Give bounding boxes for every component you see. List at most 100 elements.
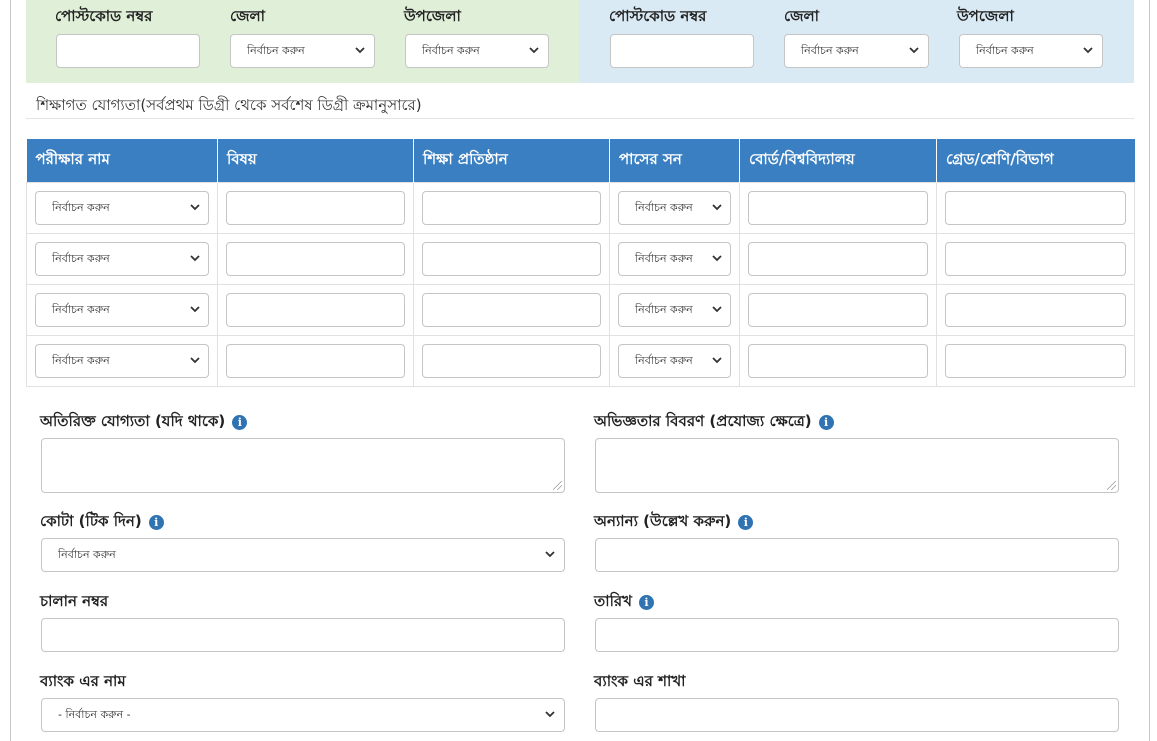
info-icon[interactable]: i <box>232 415 248 430</box>
bank-branch-input[interactable] <box>595 698 1119 732</box>
bank-name-select[interactable]: - নির্বাচন করুন - <box>41 698 565 732</box>
extra-qualification-textarea[interactable] <box>41 438 565 493</box>
permanent-district-select[interactable]: নির্বাচন করুন <box>784 34 929 68</box>
frame-border-right <box>1149 0 1150 741</box>
present-address-panel: পোস্টকোড নম্বর জেলা উপজেলা নির্বাচন করুন… <box>26 0 579 83</box>
experience-textarea[interactable] <box>595 438 1119 493</box>
permanent-address-panel: পোস্টকোড নম্বর জেলা উপজেলা নির্বাচন করুন… <box>579 0 1134 83</box>
section-divider <box>26 118 1134 119</box>
grade-input[interactable] <box>945 190 1126 225</box>
education-table: পরীক্ষার নাম বিষয় শিক্ষা প্রতিষ্ঠান পাস… <box>26 139 1135 387</box>
frame-border-left <box>10 0 11 741</box>
exam-name-select[interactable]: নির্বাচন করুন <box>35 190 209 225</box>
grade-input[interactable] <box>945 241 1126 276</box>
column-header-pass-year: পাসের সন <box>609 139 740 182</box>
exam-name-value: নির্বাচন করুন <box>52 200 110 214</box>
challan-number-input[interactable] <box>41 618 565 652</box>
subject-input[interactable] <box>226 292 405 327</box>
permanent-upazila-select[interactable]: নির্বাচন করুন <box>959 34 1103 68</box>
table-row: নির্বাচন করুন নির্বাচন করুন <box>26 181 1135 234</box>
quota-label-text: কোটা (টিক দিন) <box>40 512 142 530</box>
permanent-district-label: জেলা <box>784 7 820 25</box>
quota-select-value: নির্বাচন করুন <box>58 548 116 561</box>
pass-year-value: নির্বাচন করুন <box>635 353 693 367</box>
education-section-title: শিক্ষাগত যোগ্যতা(সর্বপ্রথম ডিগ্রী থেকে স… <box>36 96 422 114</box>
present-postcode-label: পোস্টকোড নম্বর <box>55 7 153 25</box>
date-label-text: তারিখ <box>594 592 632 610</box>
other-label-text: অন্যান্য (উল্লেখ করুন) <box>594 512 732 530</box>
resize-handle-icon[interactable] <box>1107 481 1116 490</box>
chevron-down-icon <box>1083 35 1093 54</box>
exam-name-value: নির্বাচন করুন <box>52 251 110 265</box>
pass-year-select[interactable]: নির্বাচন করুন <box>618 241 731 276</box>
table-row: নির্বাচন করুন নির্বাচন করুন <box>26 334 1135 387</box>
info-icon[interactable]: i <box>148 515 164 530</box>
info-icon[interactable]: i <box>818 415 834 430</box>
permanent-postcode-input[interactable] <box>610 34 754 68</box>
institution-input[interactable] <box>422 241 601 276</box>
subject-input[interactable] <box>226 241 405 276</box>
info-icon[interactable]: i <box>639 595 654 610</box>
present-district-select[interactable]: নির্বাচন করুন <box>230 34 375 68</box>
experience-label-text: অভিজ্ঞতার বিবরণ (প্রযোজ্য ক্ষেত্রে) <box>594 412 812 430</box>
table-row: নির্বাচন করুন নির্বাচন করুন <box>26 232 1135 285</box>
column-header-grade: গ্রেড/শ্রেণি/বিভাগ <box>936 139 1135 182</box>
present-district-label: জেলা <box>230 7 266 25</box>
exam-name-select[interactable]: নির্বাচন করুন <box>35 292 209 327</box>
pass-year-select[interactable]: নির্বাচন করুন <box>618 292 731 327</box>
column-header-board: বোর্ড/বিশ্ববিদ্যালয় <box>739 139 937 182</box>
other-label: অন্যান্য (উল্লেখ করুন) i <box>594 510 754 535</box>
chevron-down-icon <box>190 345 200 364</box>
grade-input[interactable] <box>945 343 1126 378</box>
present-upazila-value: নির্বাচন করুন <box>422 44 480 57</box>
column-header-subject: বিষয় <box>217 139 414 182</box>
permanent-upazila-value: নির্বাচন করুন <box>976 44 1034 57</box>
table-row: নির্বাচন করুন নির্বাচন করুন <box>26 283 1135 336</box>
permanent-upazila-label: উপজেলা <box>957 7 1014 25</box>
board-input[interactable] <box>748 292 928 327</box>
chevron-down-icon <box>190 294 200 313</box>
bank-name-label-text: ব্যাংক এর নাম <box>40 672 126 690</box>
other-input[interactable] <box>595 538 1119 572</box>
experience-label: অভিজ্ঞতার বিবরণ (প্রযোজ্য ক্ষেত্রে) i <box>594 410 834 435</box>
bank-name-label: ব্যাংক এর নাম <box>40 670 126 695</box>
present-upazila-label: উপজেলা <box>404 7 461 25</box>
pass-year-value: নির্বাচন করুন <box>635 302 693 316</box>
challan-label-text: চালান নম্বর <box>40 592 109 610</box>
exam-name-select[interactable]: নির্বাচন করুন <box>35 343 209 378</box>
quota-label: কোটা (টিক দিন) i <box>40 510 164 535</box>
institution-input[interactable] <box>422 343 601 378</box>
quota-select[interactable]: নির্বাচন করুন <box>41 538 565 572</box>
board-input[interactable] <box>748 190 928 225</box>
institution-input[interactable] <box>422 190 601 225</box>
present-district-value: নির্বাচন করুন <box>247 44 305 57</box>
info-icon[interactable]: i <box>738 515 754 530</box>
chevron-down-icon <box>712 192 722 211</box>
exam-name-select[interactable]: নির্বাচন করুন <box>35 241 209 276</box>
institution-input[interactable] <box>422 292 601 327</box>
chevron-down-icon <box>190 192 200 211</box>
permanent-postcode-label: পোস্টকোড নম্বর <box>609 7 707 25</box>
exam-name-value: নির্বাচন করুন <box>52 353 110 367</box>
chevron-down-icon <box>909 35 919 54</box>
pass-year-select[interactable]: নির্বাচন করুন <box>618 190 731 225</box>
date-label: তারিখ i <box>594 590 654 615</box>
board-input[interactable] <box>748 241 928 276</box>
grade-input[interactable] <box>945 292 1126 327</box>
chevron-down-icon <box>712 243 722 262</box>
resize-handle-icon[interactable] <box>553 481 562 490</box>
board-input[interactable] <box>748 343 928 378</box>
present-upazila-select[interactable]: নির্বাচন করুন <box>405 34 549 68</box>
bank-branch-label-text: ব্যাংক এর শাখা <box>594 672 686 690</box>
chevron-down-icon <box>190 243 200 262</box>
bank-name-select-value: - নির্বাচন করুন - <box>58 708 131 721</box>
date-input[interactable] <box>595 618 1119 652</box>
subject-input[interactable] <box>226 343 405 378</box>
pass-year-value: নির্বাচন করুন <box>635 200 693 214</box>
chevron-down-icon <box>355 35 365 54</box>
pass-year-select[interactable]: নির্বাচন করুন <box>618 343 731 378</box>
present-postcode-input[interactable] <box>56 34 200 68</box>
subject-input[interactable] <box>226 190 405 225</box>
extra-qualification-label-text: অতিরিক্ত যোগ্যতা (যদি থাকে) <box>40 412 226 430</box>
challan-label: চালান নম্বর <box>40 590 108 615</box>
